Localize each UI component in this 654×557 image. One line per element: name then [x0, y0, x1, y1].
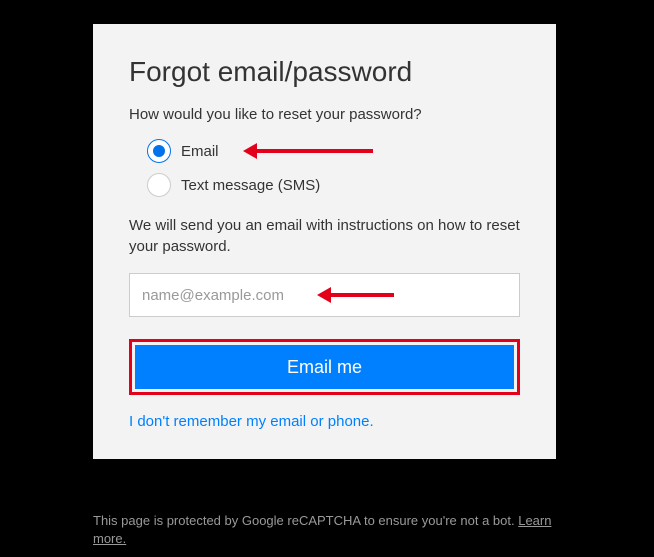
radio-label-email[interactable]: Email: [181, 143, 219, 160]
radio-dot-icon: [153, 145, 165, 157]
radio-option-sms[interactable]: Text message (SMS): [147, 173, 520, 197]
footer-text: This page is protected by Google reCAPTC…: [93, 513, 518, 528]
radio-button-sms[interactable]: [147, 173, 171, 197]
reset-method-group: Email Text message (SMS): [147, 139, 520, 197]
forgot-email-phone-link[interactable]: I don't remember my email or phone.: [129, 413, 374, 430]
recaptcha-footer: This page is protected by Google reCAPTC…: [93, 512, 556, 548]
page-title: Forgot email/password: [129, 56, 520, 88]
radio-button-email[interactable]: [147, 139, 171, 163]
forgot-password-card: Forgot email/password How would you like…: [93, 24, 556, 459]
radio-label-sms[interactable]: Text message (SMS): [181, 177, 320, 194]
radio-option-email[interactable]: Email: [147, 139, 520, 163]
instructions-text: We will send you an email with instructi…: [129, 215, 520, 257]
button-highlight-box: Email me: [129, 339, 520, 395]
reset-method-question: How would you like to reset your passwor…: [129, 106, 520, 123]
email-field[interactable]: [129, 273, 520, 317]
email-input-wrapper: [129, 273, 520, 317]
email-me-button[interactable]: Email me: [135, 345, 514, 389]
